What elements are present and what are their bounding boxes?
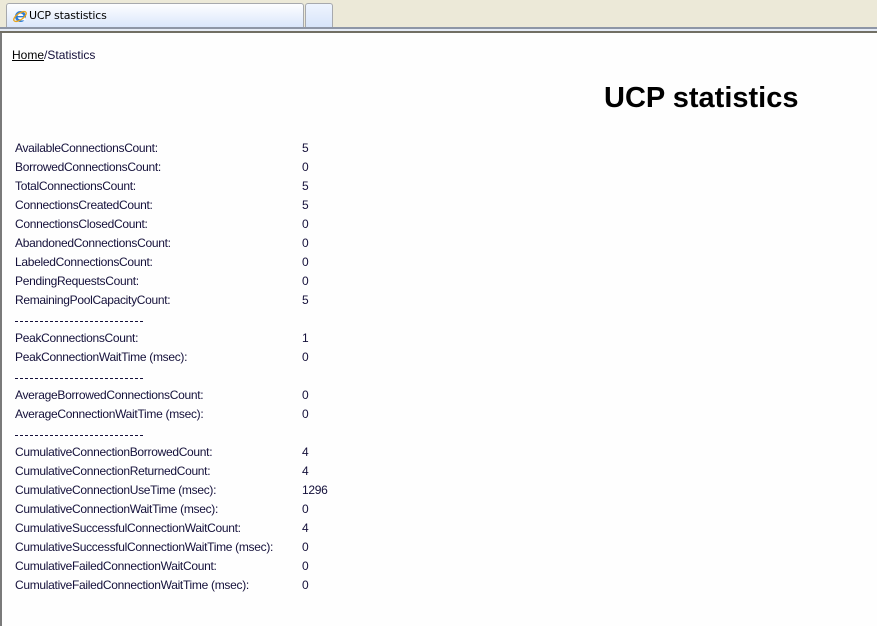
- separator: [15, 424, 328, 443]
- stat-label: PendingRequestsCount:: [15, 274, 139, 288]
- stat-row: CumulativeFailedConnectionWaitTime (msec…: [15, 576, 328, 595]
- page-title: UCP statistics: [604, 82, 799, 114]
- stat-label: CumulativeConnectionWaitTime (msec):: [15, 502, 219, 516]
- stat-row: TotalConnectionsCount: 5: [15, 177, 328, 196]
- stat-row: ConnectionsClosedCount: 0: [15, 215, 328, 234]
- stat-value: 0: [302, 388, 309, 402]
- stat-value: 0: [302, 255, 309, 269]
- stat-value: 5: [302, 179, 309, 193]
- stat-value: 4: [302, 445, 309, 459]
- breadcrumb-home-link[interactable]: Home: [12, 48, 44, 62]
- stat-label: AvailableConnectionsCount:: [15, 141, 158, 155]
- stat-row: CumulativeConnectionReturnedCount: 4: [15, 462, 328, 481]
- stat-value: 0: [302, 160, 309, 174]
- stat-label: CumulativeSuccessfulConnectionWaitCount:: [15, 521, 241, 535]
- stat-label: ConnectionsClosedCount:: [15, 217, 148, 231]
- stat-row: PeakConnectionsCount: 1: [15, 329, 328, 348]
- stat-row: RemainingPoolCapacityCount: 5: [15, 291, 328, 310]
- stat-value: 5: [302, 293, 309, 307]
- stats-group-peak: PeakConnectionsCount: 1 PeakConnectionWait…: [15, 329, 328, 367]
- stat-value: 0: [302, 217, 309, 231]
- stat-row: CumulativeConnectionWaitTime (msec): 0: [15, 500, 328, 519]
- stat-row: CumulativeConnectionUseTime (msec): 1296: [15, 481, 328, 500]
- stat-value: 0: [302, 350, 309, 364]
- stat-label: AverageConnectionWaitTime (msec):: [15, 407, 204, 421]
- stat-row: AverageConnectionWaitTime (msec): 0: [15, 405, 328, 424]
- stat-row: LabeledConnectionsCount: 0: [15, 253, 328, 272]
- stat-row: CumulativeConnectionBorrowedCount: 4: [15, 443, 328, 462]
- stat-label: CumulativeConnectionBorrowedCount:: [15, 445, 213, 459]
- separator: [15, 367, 328, 386]
- stat-value: 5: [302, 141, 309, 155]
- stat-row: AbandonedConnectionsCount: 0: [15, 234, 328, 253]
- stat-value: 0: [302, 578, 309, 592]
- stat-value: 4: [302, 464, 309, 478]
- tab-title: UCP stastistics: [29, 9, 107, 22]
- page-content: Home/Statistics UCP statistics Available…: [0, 33, 877, 626]
- stat-label: LabeledConnectionsCount:: [15, 255, 153, 269]
- stats-group-average: AverageBorrowedConnectionsCount: 0 Average…: [15, 386, 328, 424]
- internet-explorer-icon: [13, 10, 27, 23]
- stat-value: 0: [302, 540, 309, 554]
- stat-label: TotalConnectionsCount:: [15, 179, 136, 193]
- stat-value: 1296: [302, 483, 328, 497]
- breadcrumb-current: Statistics: [47, 48, 96, 62]
- stat-row: PeakConnectionWaitTime (msec): 0: [15, 348, 328, 367]
- stat-value: 0: [302, 236, 309, 250]
- stat-label: BorrowedConnectionsCount:: [15, 160, 161, 174]
- stat-value: 4: [302, 521, 309, 535]
- stat-row: CumulativeFailedConnectionWaitCount: 0: [15, 557, 328, 576]
- stat-row: AverageBorrowedConnectionsCount: 0: [15, 386, 328, 405]
- stat-value: 1: [302, 331, 309, 345]
- stat-label: AverageBorrowedConnectionsCount:: [15, 388, 204, 402]
- stat-label: PeakConnectionsCount:: [15, 331, 139, 345]
- breadcrumb: Home/Statistics: [12, 48, 95, 62]
- stat-row: BorrowedConnectionsCount: 0: [15, 158, 328, 177]
- stat-row: ConnectionsCreatedCount: 5: [15, 196, 328, 215]
- stats-group-connections: AvailableConnectionsCount: 5 BorrowedConne…: [15, 139, 328, 310]
- stat-label: CumulativeConnectionUseTime (msec):: [15, 483, 217, 497]
- stat-value: 5: [302, 198, 309, 212]
- stat-label: CumulativeSuccessfulConnectionWaitTime (…: [15, 540, 274, 554]
- stat-value: 0: [302, 274, 309, 288]
- new-tab-button[interactable]: [305, 3, 333, 28]
- stat-value: 0: [302, 502, 309, 516]
- stat-row: PendingRequestsCount: 0: [15, 272, 328, 291]
- stat-label: PeakConnectionWaitTime (msec):: [15, 350, 188, 364]
- stat-row: CumulativeSuccessfulConnectionWaitCount:…: [15, 519, 328, 538]
- stats-group-cumulative: CumulativeConnectionBorrowedCount: 4 Cumul…: [15, 443, 328, 595]
- stat-label: AbandonedConnectionsCount:: [15, 236, 171, 250]
- browser-tab-bar: UCP stastistics: [0, 0, 877, 29]
- stat-row: CumulativeSuccessfulConnectionWaitTime (…: [15, 538, 328, 557]
- stat-label: CumulativeFailedConnectionWaitCount:: [15, 559, 217, 573]
- browser-tab-active[interactable]: UCP stastistics: [6, 3, 304, 28]
- stat-value: 0: [302, 559, 309, 573]
- stat-label: CumulativeFailedConnectionWaitTime (msec…: [15, 578, 249, 592]
- stat-value: 0: [302, 407, 309, 421]
- separator: [15, 310, 328, 329]
- statistics-list: AvailableConnectionsCount: 5 BorrowedConne…: [15, 139, 328, 595]
- stat-label: ConnectionsCreatedCount:: [15, 198, 153, 212]
- stat-label: RemainingPoolCapacityCount:: [15, 293, 171, 307]
- stat-label: CumulativeConnectionReturnedCount:: [15, 464, 211, 478]
- stat-row: AvailableConnectionsCount: 5: [15, 139, 328, 158]
